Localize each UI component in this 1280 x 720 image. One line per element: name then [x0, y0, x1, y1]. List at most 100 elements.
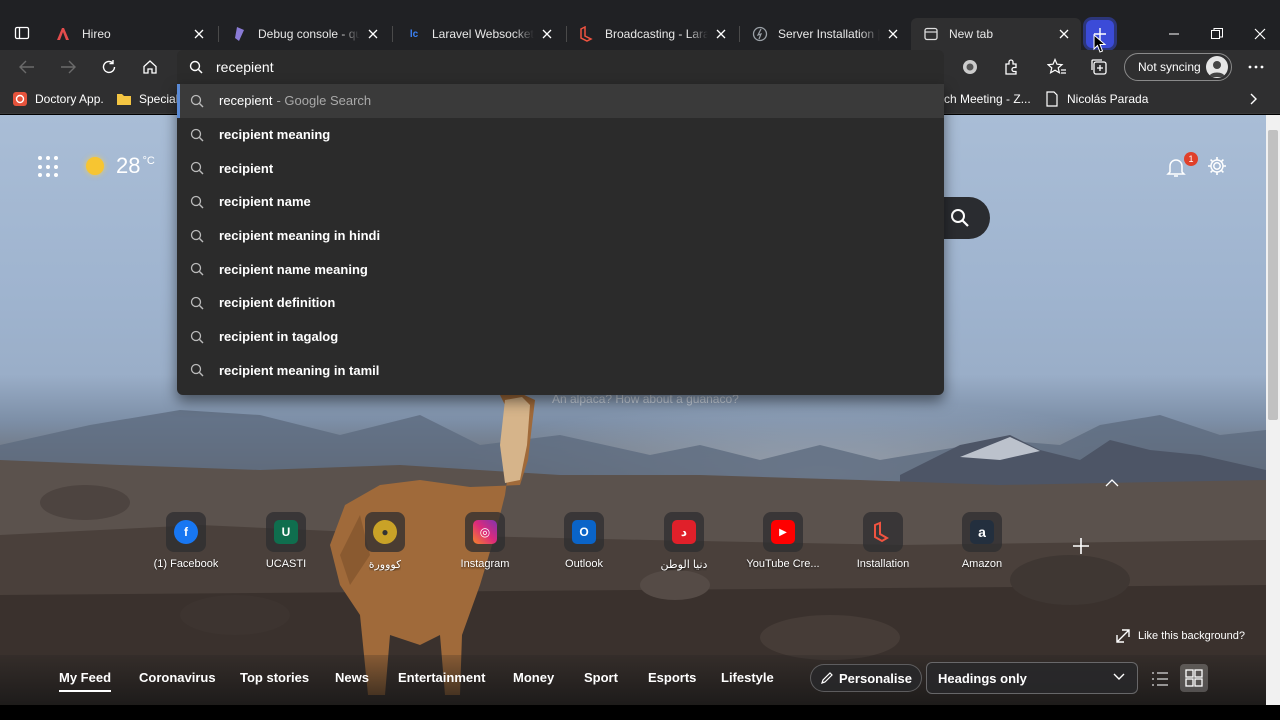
quick-link-facebook[interactable]: f (1) Facebook: [136, 512, 236, 570]
app-launcher-icon[interactable]: [38, 156, 60, 178]
favorites-star-icon[interactable]: [1042, 53, 1072, 81]
temperature-unit: °C: [142, 155, 155, 167]
search-icon: [951, 209, 969, 227]
favorite-zoom-meeting[interactable]: ch Meeting - Z...: [944, 90, 1031, 108]
suggestion-item[interactable]: recipient meaning in hindi: [177, 219, 944, 253]
tab-laravel-websockets[interactable]: lc Laravel Websockets -: [394, 18, 564, 50]
more-options-icon[interactable]: [1241, 53, 1271, 81]
quick-link-label: (1) Facebook: [153, 558, 219, 570]
sunny-weather-icon: [86, 157, 104, 175]
back-button[interactable]: [12, 53, 42, 81]
close-icon: [1254, 28, 1266, 40]
tab-separator: [218, 26, 219, 42]
quick-link-label: كووورة: [368, 559, 402, 571]
window-bottom-border: [0, 705, 1280, 720]
personalise-button[interactable]: Personalise: [810, 664, 922, 692]
outlook-icon: O: [572, 520, 596, 544]
favorite-label: ch Meeting - Z...: [944, 92, 1031, 106]
chevron-up-icon[interactable]: [1104, 476, 1120, 488]
home-button[interactable]: [135, 53, 165, 81]
feed-tab-sport[interactable]: Sport: [584, 670, 618, 685]
feed-layout-select[interactable]: Headings only: [926, 662, 1138, 694]
add-quick-link-plus-icon[interactable]: [1070, 535, 1092, 557]
favorite-special-folder[interactable]: Special: [116, 90, 178, 108]
feed-tab-my-feed[interactable]: My Feed: [59, 670, 112, 692]
search-icon: [190, 263, 204, 276]
feed-tab-lifestyle[interactable]: Lifestyle: [721, 670, 774, 685]
suggestion-item[interactable]: recipient definition: [177, 286, 944, 320]
close-tab-icon[interactable]: [884, 25, 902, 43]
debug-console-logo-icon: [232, 26, 248, 42]
quick-link-amazon[interactable]: a Amazon: [932, 512, 1032, 570]
address-input[interactable]: [216, 59, 816, 75]
like-background-link[interactable]: Like this background?: [1116, 629, 1245, 643]
tab-server-installation[interactable]: Server Installation | So: [740, 18, 910, 50]
quick-link-outlook[interactable]: O Outlook: [534, 512, 634, 570]
suggestion-item[interactable]: recipient name: [177, 185, 944, 219]
home-icon: [143, 60, 157, 74]
tab-actions-icon[interactable]: [8, 18, 36, 48]
restore-button[interactable]: [1195, 18, 1239, 50]
suggestion-item[interactable]: recipient meaning: [177, 118, 944, 152]
profile-sync-button[interactable]: Not syncing: [1124, 53, 1232, 81]
quick-link-kooora[interactable]: ● كووورة: [335, 512, 435, 571]
tab-title: New tab: [949, 27, 994, 41]
notification-count-badge: 1: [1184, 152, 1198, 166]
suggestion-text: recipient name meaning: [219, 261, 368, 277]
feed-tab-coronavirus[interactable]: Coronavirus: [139, 670, 216, 685]
suggestion-item[interactable]: recepient - Google Search: [177, 84, 944, 118]
close-tab-icon[interactable]: [190, 25, 208, 43]
feed-tab-news[interactable]: News: [335, 670, 369, 685]
tab-broadcasting[interactable]: Broadcasting - Laravel: [567, 18, 738, 50]
tab-strip: Hireo Debug console - quick lc Laravel W…: [0, 0, 1280, 50]
feed-tab-top-stories[interactable]: Top stories: [240, 670, 309, 685]
grid-view-icon: [1185, 669, 1203, 687]
favorite-nicolas-parada[interactable]: Nicolás Parada: [1044, 90, 1148, 108]
close-tab-icon[interactable]: [538, 25, 556, 43]
minimize-button[interactable]: [1152, 18, 1196, 50]
tab-hireo[interactable]: Hireo: [44, 18, 216, 50]
search-icon: [190, 195, 204, 209]
quick-link-youtube[interactable]: ▶ YouTube Cre...: [733, 512, 833, 570]
close-tab-icon[interactable]: [364, 25, 382, 43]
tab-new-tab[interactable]: New tab: [911, 18, 1081, 50]
tab-debug-console[interactable]: Debug console - quick: [220, 18, 390, 50]
hireo-logo-icon: [56, 26, 72, 42]
refresh-icon: [102, 60, 116, 74]
favorite-doctory-app[interactable]: Doctory App.: [12, 90, 104, 108]
feed-tab-money[interactable]: Money: [513, 670, 554, 685]
address-bar[interactable]: [177, 50, 944, 84]
quick-link-instagram[interactable]: ◎ Instagram: [435, 512, 535, 570]
favorite-label: Doctory App.: [35, 92, 104, 106]
extensions-puzzle-icon[interactable]: [997, 53, 1027, 81]
quick-link-installation[interactable]: Installation: [833, 512, 933, 570]
suggestion-item[interactable]: recipient in tagalog: [177, 320, 944, 354]
refresh-button[interactable]: [94, 53, 124, 81]
suggestion-text: recipient: [219, 160, 274, 176]
feed-tab-entertainment[interactable]: Entertainment: [398, 670, 485, 685]
suggestion-item[interactable]: recipient meaning in tamil: [177, 354, 944, 388]
laravel-websockets-logo-icon: lc: [409, 28, 419, 40]
search-icon: [190, 229, 204, 243]
close-window-button[interactable]: [1238, 18, 1280, 50]
quick-link-donya-alwatan[interactable]: د دنيا الوطن: [634, 512, 734, 571]
laravel-logo-icon: [579, 26, 595, 42]
collections-icon[interactable]: [1084, 53, 1114, 81]
forward-button[interactable]: [53, 53, 83, 81]
quick-link-ucasti[interactable]: U UCASTI: [236, 512, 336, 570]
weather-widget[interactable]: 28 °C: [86, 153, 155, 179]
close-tab-icon[interactable]: [1055, 25, 1073, 43]
suggestion-item[interactable]: recipient name meaning: [177, 252, 944, 286]
tab-title: Broadcasting - Laravel: [605, 27, 708, 41]
favorites-overflow-chevron-icon[interactable]: [1250, 90, 1258, 108]
omnibox-suggestions: recepient - Google Search recipient mean…: [177, 84, 944, 395]
extension-circle-icon[interactable]: [955, 53, 985, 81]
page-settings-gear-icon[interactable]: [1206, 155, 1228, 177]
tab-title: Laravel Websockets -: [432, 27, 534, 41]
grid-view-button[interactable]: [1180, 664, 1208, 692]
scrollbar-thumb[interactable]: [1268, 130, 1278, 420]
list-view-icon[interactable]: [1150, 669, 1170, 689]
feed-tab-esports[interactable]: Esports: [648, 670, 696, 685]
close-tab-icon[interactable]: [712, 25, 730, 43]
suggestion-item[interactable]: recipient: [177, 151, 944, 185]
